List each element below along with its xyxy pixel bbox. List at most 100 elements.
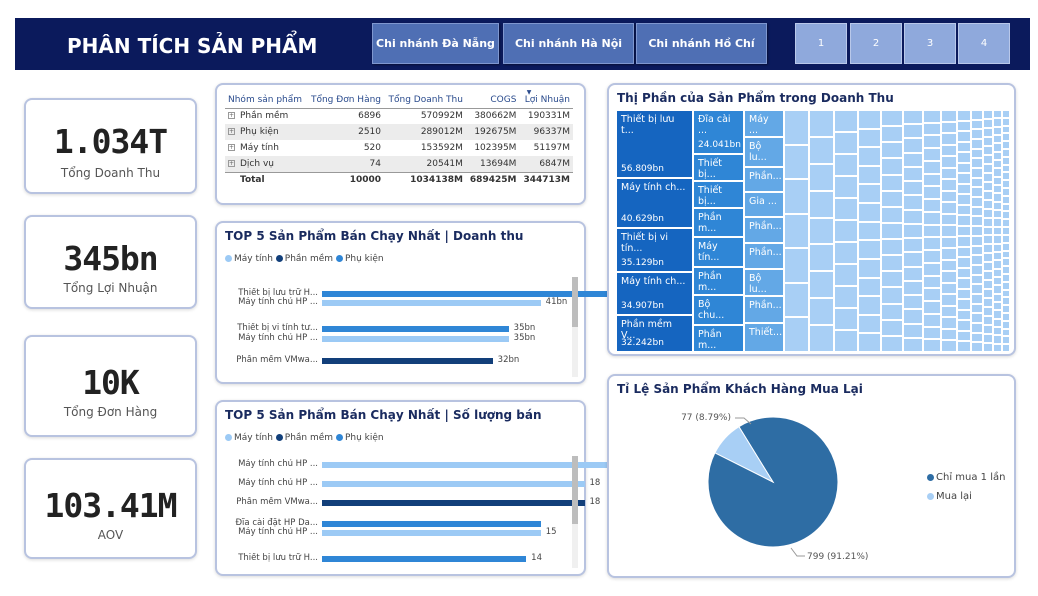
treemap-tile[interactable] [957, 152, 971, 163]
treemap-tile[interactable] [941, 213, 957, 226]
bar[interactable] [322, 521, 541, 527]
treemap-tile[interactable] [941, 133, 957, 145]
treemap-tile[interactable] [993, 143, 1002, 152]
bar[interactable] [322, 291, 626, 297]
page-button-1[interactable]: 1 [795, 23, 847, 64]
treemap-tile[interactable] [1002, 211, 1010, 220]
treemap-tile[interactable] [834, 242, 858, 264]
treemap-tile[interactable] [993, 135, 1002, 144]
treemap-tile[interactable] [1002, 188, 1010, 196]
branch-button-hcm[interactable]: Chi nhánh Hồ Chí Minh [636, 23, 767, 90]
treemap-tile[interactable] [957, 183, 971, 195]
treemap-tile[interactable] [923, 262, 941, 276]
treemap-tile[interactable] [923, 313, 941, 327]
expand-icon[interactable]: + [228, 112, 235, 120]
treemap-tile[interactable] [993, 301, 1002, 311]
treemap-tile[interactable] [881, 126, 903, 143]
treemap-tile[interactable] [1002, 273, 1010, 282]
treemap-tile[interactable] [903, 280, 923, 296]
treemap-tile[interactable] [957, 299, 971, 310]
treemap-tile[interactable] [971, 303, 983, 314]
treemap-tile[interactable] [971, 139, 983, 149]
treemap-tile[interactable] [993, 151, 1002, 161]
treemap-tile[interactable] [983, 307, 993, 317]
treemap-tile[interactable] [983, 298, 993, 308]
treemap-tile[interactable] [941, 294, 957, 306]
treemap-tile[interactable] [881, 158, 903, 175]
treemap-tile[interactable] [983, 226, 993, 236]
treemap-tile[interactable] [993, 268, 1002, 277]
treemap-tile[interactable] [971, 206, 983, 217]
treemap-tile[interactable] [834, 132, 858, 154]
treemap-tile[interactable] [941, 248, 957, 260]
treemap-tile[interactable] [1002, 312, 1010, 321]
treemap-tile[interactable] [941, 282, 957, 295]
treemap-tile[interactable] [993, 118, 1002, 127]
treemap-tile[interactable] [941, 156, 957, 168]
treemap-tile[interactable] [903, 266, 923, 281]
treemap-tile[interactable] [809, 271, 834, 299]
treemap-tile[interactable] [993, 110, 1002, 119]
treemap-tile[interactable] [993, 210, 1002, 219]
treemap-tile[interactable] [923, 224, 941, 238]
treemap-tile[interactable] [983, 136, 993, 146]
treemap-tile[interactable] [993, 318, 1002, 327]
treemap-tile[interactable] [971, 274, 983, 285]
branch-button-hanoi[interactable]: Chi nhánh Hà Nội [503, 23, 634, 64]
treemap-tile[interactable] [858, 240, 881, 259]
treemap-tile[interactable] [993, 251, 1002, 261]
bar[interactable] [322, 556, 527, 562]
treemap-tile[interactable] [784, 248, 809, 283]
treemap-tile[interactable]: Máy tính ch... 40.629bn [616, 178, 693, 228]
page-button-4[interactable]: 4 [958, 23, 1010, 64]
treemap-tile[interactable] [858, 203, 881, 222]
treemap-tile[interactable] [784, 179, 809, 214]
treemap-tile[interactable] [923, 326, 941, 340]
treemap-tile[interactable] [1002, 344, 1010, 352]
treemap-tile[interactable] [881, 271, 903, 288]
treemap-tile[interactable] [941, 259, 957, 272]
treemap-tile[interactable] [809, 325, 834, 352]
treemap-tile[interactable] [971, 177, 983, 188]
treemap-tile[interactable] [983, 118, 993, 128]
treemap-tile[interactable] [971, 255, 983, 265]
treemap-tile[interactable] [993, 260, 1002, 269]
treemap-tile[interactable] [923, 160, 941, 174]
treemap-tile[interactable]: Phần... [744, 243, 784, 269]
treemap-tile[interactable] [971, 148, 983, 159]
pie-legend-item[interactable]: Chỉ mua 1 lần [927, 472, 1005, 483]
treemap-tile[interactable] [923, 135, 941, 149]
treemap-tile[interactable] [983, 110, 993, 119]
treemap-tile[interactable] [971, 284, 983, 294]
treemap-tile[interactable] [903, 295, 923, 310]
treemap-tile[interactable] [1002, 250, 1010, 259]
treemap-tile[interactable] [784, 144, 809, 180]
treemap-tile[interactable]: Thiết bị vi tín... 35.129bn [616, 228, 693, 272]
treemap-tile[interactable] [957, 288, 971, 300]
scrollbar-thumb[interactable] [572, 456, 578, 524]
treemap-tile[interactable] [858, 110, 881, 129]
treemap-tile[interactable] [957, 204, 971, 216]
treemap-tile[interactable] [971, 187, 983, 198]
treemap-tile[interactable] [1002, 266, 1010, 274]
treemap-tile[interactable]: Đĩa cài ... 24.041bn [693, 110, 744, 154]
treemap-tile[interactable] [971, 158, 983, 169]
chart-scrollbar[interactable] [572, 277, 578, 377]
treemap-tile[interactable] [809, 110, 834, 137]
treemap-tile[interactable] [903, 181, 923, 196]
treemap-tile[interactable] [809, 136, 834, 164]
treemap-tile[interactable] [858, 165, 881, 185]
treemap-tile[interactable] [971, 322, 983, 333]
treemap-tile[interactable] [834, 110, 858, 132]
treemap-tile[interactable] [903, 110, 923, 125]
treemap-tile[interactable] [971, 129, 983, 140]
treemap-tile[interactable] [881, 239, 903, 256]
table-header[interactable]: COGS [465, 92, 520, 109]
treemap-tile[interactable]: Phần mềm V... 32.242bn [616, 315, 693, 352]
treemap-tile[interactable] [858, 221, 881, 241]
treemap-tile[interactable] [1002, 289, 1010, 298]
treemap-tile[interactable]: Thiết bị... [693, 181, 744, 208]
treemap-tile[interactable] [971, 313, 983, 323]
bar[interactable] [322, 500, 585, 506]
treemap-tile[interactable] [903, 252, 923, 267]
